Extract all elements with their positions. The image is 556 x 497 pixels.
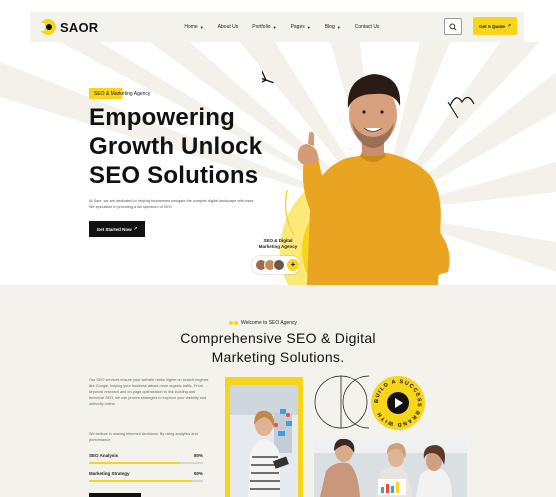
hero-title-line: SEO Solutions [89,162,259,189]
avatar [273,259,285,271]
section-title: Comprehensive SEO & Digital Marketing So… [150,329,406,367]
play-video-badge[interactable]: BUILD A SUCCESS BRAND WITH [370,375,426,431]
nav-item-blog[interactable]: Blog ▼ [325,24,341,30]
hero-title-line: Empowering [89,104,236,131]
hero-badge: SEO & Marketing Agency [89,88,163,99]
team-avatars: + [252,256,300,274]
nav-item-label: Contact Us [354,24,380,30]
chevron-down-icon: ▼ [336,24,341,30]
nav-item-portfolio[interactable]: Portfolio ▼ [252,24,276,30]
search-button[interactable] [444,18,462,35]
section-title-line: Marketing Solutions. [211,349,345,365]
analyst-photo [225,377,303,497]
section-description-secondary: We believe in making informed decisions.… [89,432,198,442]
skill-progress-bar [89,462,203,464]
brand-logo[interactable]: SAOR [40,19,98,35]
skill-progress-fill [89,480,192,482]
section-description: Our SEO services ensure your website ran… [89,378,209,406]
arrow-up-right-icon: ↗ [133,226,138,231]
services-section: Welcome to SEO Agency Comprehensive SEO … [0,285,556,497]
get-a-quote-button[interactable]: Get A Quote ↗ [473,17,517,35]
section-badge: Welcome to SEO Agency [229,320,297,326]
nav-item-label: About Us [217,24,239,30]
analyst-photo-image [230,385,298,497]
chevron-down-icon: ▼ [199,24,204,30]
section-title-line: Comprehensive SEO & Digital [180,330,376,346]
brand-name: SAOR [60,19,99,35]
dots-icon [229,321,238,325]
quote-button-label: Get A Quote [479,23,506,29]
team-photo-image [314,439,467,497]
logo-icon [40,19,56,35]
nav-item-label: Portfolio [252,24,271,30]
hero-title: Empowering Growth Unlock SEO Solutions [89,103,289,190]
site-header: SAOR Home ▼ About Us Portfolio ▼ Pages ▼ Bl… [30,12,524,42]
hero-title-line: Growth Unlock [89,133,263,160]
nav-item-home[interactable]: Home ▼ [184,24,203,30]
hero-person-image [262,69,475,285]
skill-value: 80% [193,453,203,458]
chevron-down-icon: ▼ [272,24,277,30]
skill-progress-bar [89,480,203,482]
get-started-button[interactable]: Get Started Now ↗ [89,221,145,237]
skill-progress-fill [89,462,181,464]
semicircle-decoration [314,375,370,429]
search-icon [449,22,457,31]
skill-label: SEO Analysis [89,453,119,458]
nav-item-label: Pages [290,24,305,30]
team-photo [314,439,467,497]
skill-seo-analysis: SEO Analysis 80% [89,453,203,464]
section-button[interactable] [89,493,141,497]
skill-value: 90% [193,471,203,476]
nav-item-about[interactable]: About Us [218,24,239,30]
nav-item-label: Blog [324,24,335,30]
chevron-down-icon: ▼ [306,24,311,30]
skill-marketing-strategy: Marketing Strategy 90% [89,471,203,482]
section-badge-label: Welcome to SEO Agency [241,320,298,326]
agency-label-line: SEO & Digital [263,238,293,243]
nav-item-label: Home [184,24,198,30]
arrow-up-right-icon: ↗ [507,23,511,28]
skill-label: Marketing Strategy [89,471,130,476]
agency-label: SEO & Digital Marketing Agency [258,238,298,249]
get-started-label: Get Started Now [96,226,132,232]
main-nav: Home ▼ About Us Portfolio ▼ Pages ▼ Blog ▼ C… [184,24,393,30]
nav-item-pages[interactable]: Pages ▼ [291,24,311,30]
plus-icon[interactable]: + [287,259,299,271]
hero-description: At Saor, we are dedicated to helping bus… [89,199,255,209]
nav-item-contact[interactable]: Contact Us [355,24,380,30]
hero-section: SEO & Marketing Agency Empowering Growth… [0,42,556,285]
agency-label-line: Marketing Agency [258,243,298,249]
